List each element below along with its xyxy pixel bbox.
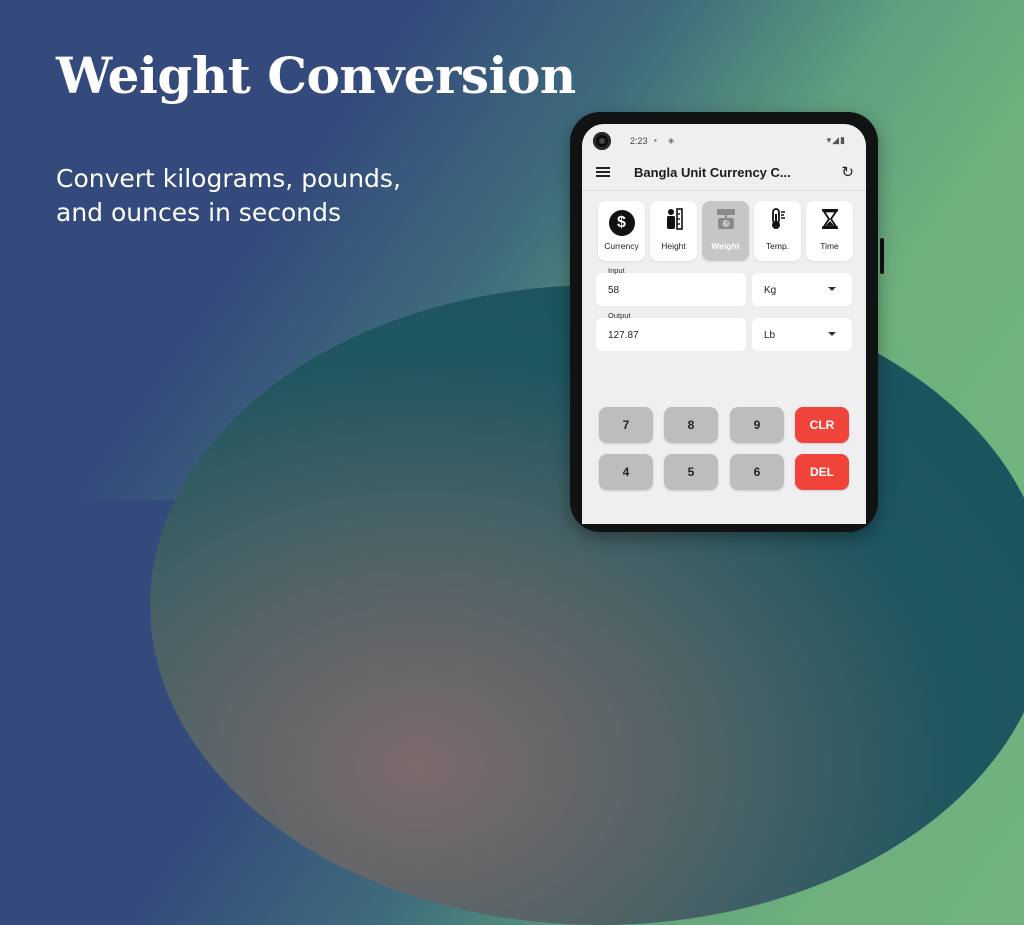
delete-button[interactable]: DEL <box>795 454 849 490</box>
input-value: 58 <box>608 285 620 296</box>
app-bar-divider <box>582 190 866 191</box>
input-unit-select[interactable]: Kg <box>752 273 852 306</box>
key-8[interactable]: 8 <box>664 407 718 443</box>
battery-icon: ▮ <box>840 135 846 145</box>
tab-time[interactable]: Time <box>806 201 853 261</box>
tab-label: Temp. <box>765 241 790 251</box>
output-label: Output <box>608 311 631 320</box>
menu-icon[interactable] <box>596 167 610 177</box>
thermometer-icon <box>754 207 801 233</box>
scale-icon <box>702 207 749 233</box>
app-bar: Bangla Unit Currency C... ↻ <box>582 158 866 188</box>
status-icons: ▾◢▮ <box>827 135 846 146</box>
person-ruler-icon <box>650 207 697 233</box>
tab-label: Weight <box>711 241 740 251</box>
tab-label: Time <box>820 241 839 251</box>
clear-button[interactable]: CLR <box>795 407 849 443</box>
key-9[interactable]: 9 <box>730 407 784 443</box>
chevron-down-icon <box>828 287 836 291</box>
notification-icon: ◈ <box>668 136 675 145</box>
output-unit-value: Lb <box>764 330 776 341</box>
input-field[interactable]: Input 58 <box>596 266 746 306</box>
tab-temp[interactable]: Temp. <box>754 201 801 261</box>
tab-currency[interactable]: $ Currency <box>598 201 645 261</box>
promo-subline-line-2: and ounces in seconds <box>56 198 341 227</box>
phone-screen: 2:23 ▪ ◈ ▾◢▮ Bangla Unit Currency C... ↻… <box>582 124 866 524</box>
front-camera <box>593 132 611 150</box>
tab-label: Currency <box>604 241 639 251</box>
promo-subline-line-1: Convert kilograms, pounds, <box>56 164 401 193</box>
key-6[interactable]: 6 <box>730 454 784 490</box>
key-7[interactable]: 7 <box>599 407 653 443</box>
promo-subline: Convert kilograms, pounds, and ounces in… <box>56 162 476 230</box>
output-field[interactable]: Output 127.87 <box>596 311 746 351</box>
status-bar: 2:23 ▪ ◈ ▾◢▮ <box>582 124 866 158</box>
input-label: Input <box>608 266 625 275</box>
refresh-icon[interactable]: ↻ <box>841 163 854 181</box>
phone-side-button <box>880 238 884 274</box>
key-5[interactable]: 5 <box>664 454 718 490</box>
chevron-down-icon <box>828 332 836 336</box>
hourglass-icon <box>806 207 853 233</box>
status-time: 2:23 <box>630 136 648 146</box>
tab-weight[interactable]: Weight <box>702 201 749 261</box>
sim-icon: ▪ <box>654 136 657 145</box>
output-value: 127.87 <box>608 330 639 341</box>
app-title: Bangla Unit Currency C... <box>634 165 791 180</box>
signal-icon: ◢ <box>832 135 841 145</box>
input-unit-value: Kg <box>764 285 777 296</box>
key-4[interactable]: 4 <box>599 454 653 490</box>
dollar-circle-icon: $ <box>598 207 645 236</box>
tab-height[interactable]: Height <box>650 201 697 261</box>
tab-label: Height <box>661 241 686 251</box>
promo-headline: Weight Conversion <box>56 46 576 105</box>
output-unit-select[interactable]: Lb <box>752 318 852 351</box>
